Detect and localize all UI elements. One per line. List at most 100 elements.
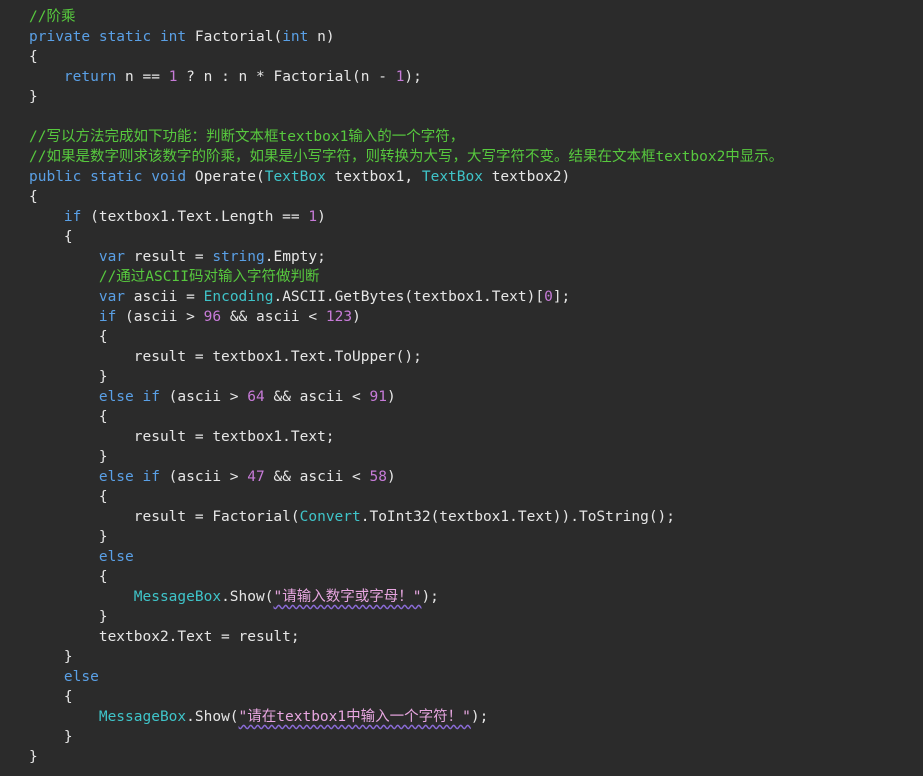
code-token: { (29, 489, 108, 505)
code-token: ]; (552, 289, 571, 305)
code-token: textbox2) (482, 169, 571, 185)
keyword-token: string (212, 249, 265, 265)
code-token: && ascii < (221, 309, 326, 325)
code-token: ); (470, 709, 489, 725)
number-token: 91 (369, 389, 387, 405)
code-token: .ASCII.GetBytes(textbox1.Text)[ (273, 289, 545, 305)
code-token: { (29, 689, 73, 705)
code-line: { (29, 687, 783, 707)
code-line: { (29, 487, 783, 507)
code-token: result = textbox1.Text.ToUpper(); (29, 349, 422, 365)
type-token: Encoding (203, 289, 274, 305)
code-token: ? n : n * Factorial(n - (177, 69, 396, 85)
code-line: result = Factorial(Convert.ToInt32(textb… (29, 507, 783, 527)
code-token: ) (352, 309, 361, 325)
code-token: result = (125, 249, 213, 265)
code-line: //写以方法完成如下功能：判断文本框textbox1输入的一个字符， (29, 127, 783, 147)
code-token: textbox2.Text = result; (29, 629, 300, 645)
code-token: Operate( (194, 169, 265, 185)
code-line: { (29, 187, 783, 207)
code-token: } (29, 449, 108, 465)
keyword-token: return (63, 69, 117, 85)
number-token: 1 (308, 209, 318, 225)
type-token: Convert (299, 509, 361, 525)
code-line: public static void Operate(TextBox textb… (29, 167, 783, 187)
code-line: result = textbox1.Text.ToUpper(); (29, 347, 783, 367)
type-token: TextBox (264, 169, 326, 185)
code-line: else (29, 547, 783, 567)
code-line: if (ascii > 96 && ascii < 123) (29, 307, 783, 327)
code-token: .Empty; (264, 249, 326, 265)
code-token: Factorial( (194, 29, 283, 45)
code-lines: //阶乘 private static int Factorial(int n) {… (29, 7, 783, 767)
code-line: if (textbox1.Text.Length == 1) (29, 207, 783, 227)
type-token: MessageBox (98, 709, 187, 725)
code-token: } (29, 609, 108, 625)
code-token: } (29, 369, 108, 385)
code-token: (ascii > (159, 389, 248, 405)
code-token: (ascii > (116, 309, 204, 325)
code-line: } (29, 447, 783, 467)
code-token: && ascii < (264, 389, 370, 405)
code-line: else if (ascii > 64 && ascii < 91) (29, 387, 783, 407)
code-token: result = Factorial( (29, 509, 300, 525)
comment-token: //如果是数字则求该数字的阶乘，如果是小写字符，则转换为大写，大写字符不变。结果… (29, 149, 784, 165)
type-token: MessageBox (133, 589, 222, 605)
comment-token: //通过ASCII码对输入字符做判断 (98, 269, 320, 285)
keyword-token: int (282, 29, 309, 45)
code-token: .ToInt32(textbox1.Text)).ToString(); (360, 509, 676, 525)
code-line: return n == 1 ? n : n * Factorial(n - 1)… (29, 67, 783, 87)
keyword-token: else (98, 549, 134, 565)
code-token: .Show( (186, 709, 239, 725)
code-line: //如果是数字则求该数字的阶乘，如果是小写字符，则转换为大写，大写字符不变。结果… (29, 147, 783, 167)
comment-token: //阶乘 (29, 9, 76, 25)
code-line: else if (ascii > 47 && ascii < 58) (29, 467, 783, 487)
code-line: //通过ASCII码对输入字符做判断 (29, 267, 783, 287)
number-token: 47 (247, 469, 265, 485)
code-line: private static int Factorial(int n) (29, 27, 783, 47)
code-token: ) (317, 209, 326, 225)
keyword-token: public static void (29, 169, 195, 185)
string-literal: "请输入数字或字母！" (273, 589, 422, 605)
code-token: .Show( (221, 589, 274, 605)
code-line: } (29, 367, 783, 387)
code-line: //阶乘 (29, 7, 783, 27)
code-line: } (29, 607, 783, 627)
code-line: } (29, 727, 783, 747)
code-token: ); (421, 589, 439, 605)
code-line: result = textbox1.Text; (29, 427, 783, 447)
number-token: 123 (325, 309, 353, 325)
code-token: { (29, 569, 108, 585)
code-line: } (29, 87, 783, 107)
keyword-token: if (98, 309, 117, 325)
code-line: MessageBox.Show("请输入数字或字母！"); (29, 587, 783, 607)
code-line: var ascii = Encoding.ASCII.GetBytes(text… (29, 287, 783, 307)
code-token: { (29, 329, 108, 345)
code-line: else (29, 667, 783, 687)
code-token: { (29, 409, 108, 425)
code-line: { (29, 327, 783, 347)
code-token: { (29, 229, 73, 245)
code-line: } (29, 527, 783, 547)
code-token: (textbox1.Text.Length == (81, 209, 309, 225)
code-editor[interactable]: //阶乘 private static int Factorial(int n) {… (0, 0, 923, 776)
number-token: 58 (369, 469, 387, 485)
code-line: } (29, 647, 783, 667)
code-token: } (29, 729, 73, 745)
code-token: result = textbox1.Text; (29, 429, 335, 445)
keyword-token: else if (98, 389, 160, 405)
code-token: n == (116, 69, 169, 85)
code-token: { (29, 189, 38, 205)
keyword-token: private static int (29, 29, 195, 45)
code-token: ascii = (125, 289, 204, 305)
